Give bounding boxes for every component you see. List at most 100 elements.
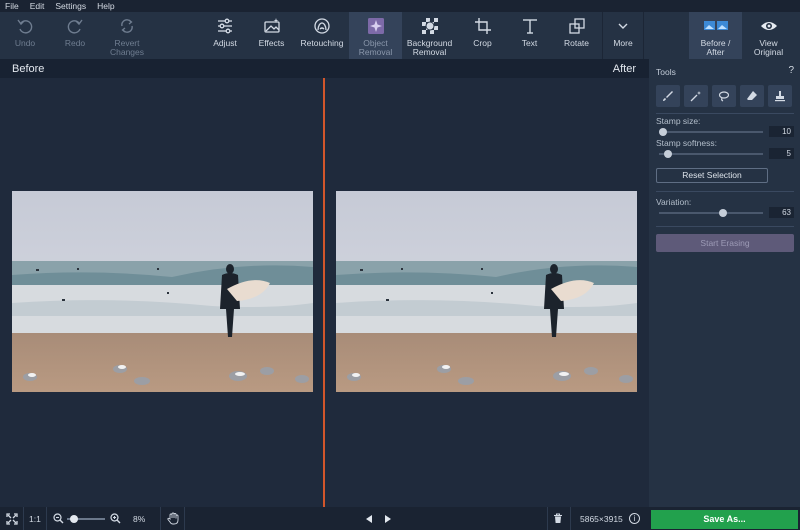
status-separator bbox=[184, 507, 185, 530]
eraser-icon bbox=[747, 91, 757, 100]
redo-icon bbox=[67, 19, 83, 34]
hand-tool-button[interactable] bbox=[167, 507, 179, 530]
next-icon bbox=[385, 514, 391, 523]
revert-changes-button[interactable]: Revert Changes bbox=[100, 12, 154, 59]
save-as-button[interactable]: Save As... bbox=[651, 510, 798, 529]
trash-icon bbox=[554, 513, 562, 523]
info-button[interactable]: i bbox=[629, 507, 640, 530]
panel-divider bbox=[656, 191, 794, 192]
stamp-size-handle[interactable] bbox=[659, 128, 667, 136]
after-photo[interactable] bbox=[336, 191, 637, 392]
beach-surfer-image bbox=[336, 191, 637, 392]
view-original-button[interactable]: View Original bbox=[742, 12, 795, 59]
crop-button[interactable]: Crop bbox=[457, 12, 508, 59]
magic-wand-tool-button[interactable] bbox=[684, 85, 708, 107]
more-label: More bbox=[613, 38, 633, 48]
start-erasing-button[interactable]: Start Erasing bbox=[656, 234, 794, 252]
brush-icon bbox=[663, 91, 673, 101]
text-button[interactable]: Text bbox=[508, 12, 551, 59]
background-removal-icon bbox=[421, 18, 438, 34]
tool-buttons bbox=[656, 85, 792, 107]
rotate-icon bbox=[568, 18, 585, 34]
zoom-out-button[interactable] bbox=[53, 507, 64, 530]
stamp-tool-button[interactable] bbox=[768, 85, 792, 107]
menu-edit[interactable]: Edit bbox=[30, 1, 45, 11]
before-label: Before bbox=[12, 63, 45, 75]
background-removal-button[interactable]: Background Removal bbox=[402, 12, 457, 59]
undo-label: Undo bbox=[14, 38, 36, 48]
undo-button[interactable]: Undo bbox=[0, 12, 50, 59]
before-after-label-line2: After bbox=[706, 46, 725, 57]
adjust-button[interactable]: Adjust bbox=[202, 12, 248, 59]
object-removal-button[interactable]: Object Removal bbox=[349, 12, 402, 59]
revert-label-line2: Changes bbox=[109, 46, 145, 57]
adjust-label: Adjust bbox=[213, 38, 237, 48]
toolbar: Undo Redo Revert Changes Adjust Effects … bbox=[0, 12, 800, 59]
stamp-softness-slider[interactable] bbox=[659, 150, 763, 158]
more-icon bbox=[618, 23, 628, 29]
after-label: After bbox=[612, 63, 636, 75]
status-separator bbox=[160, 507, 161, 530]
zoom-out-icon bbox=[53, 513, 64, 524]
variation-handle[interactable] bbox=[719, 209, 728, 217]
compare-label-bar: Before After bbox=[0, 59, 649, 78]
crop-label: Crop bbox=[473, 38, 492, 48]
redo-button[interactable]: Redo bbox=[50, 12, 100, 59]
panel-divider bbox=[656, 113, 794, 114]
help-button[interactable]: ? bbox=[788, 65, 794, 76]
prev-icon bbox=[366, 514, 372, 523]
zoom-slider-handle[interactable] bbox=[70, 514, 78, 523]
eraser-tool-button[interactable] bbox=[740, 85, 764, 107]
stamp-softness-label: Stamp softness: bbox=[656, 138, 717, 148]
tools-panel: Tools ? Stamp size: 10 Stamp softness: 5… bbox=[649, 59, 800, 507]
view-original-label-line2: Original bbox=[753, 46, 784, 57]
menu-help[interactable]: Help bbox=[97, 1, 114, 11]
stamp-softness-value[interactable]: 5 bbox=[769, 148, 794, 159]
rotate-label: Rotate bbox=[563, 38, 590, 48]
magic-wand-icon bbox=[690, 91, 701, 102]
previous-image-button[interactable] bbox=[365, 507, 373, 530]
zoom-in-icon bbox=[110, 513, 121, 524]
variation-slider[interactable] bbox=[659, 209, 763, 217]
zoom-slider[interactable] bbox=[67, 507, 105, 530]
before-photo[interactable] bbox=[12, 191, 313, 392]
eye-icon bbox=[760, 22, 777, 30]
stamp-size-slider[interactable] bbox=[659, 128, 763, 136]
fit-screen-button[interactable] bbox=[6, 507, 18, 530]
brush-tool-button[interactable] bbox=[656, 85, 680, 107]
panel-divider bbox=[656, 226, 794, 227]
rotate-button[interactable]: Rotate bbox=[551, 12, 602, 59]
effects-label: Effects bbox=[258, 38, 285, 48]
next-image-button[interactable] bbox=[384, 507, 392, 530]
image-dimensions: 5865×3915 bbox=[580, 513, 623, 524]
lasso-tool-button[interactable] bbox=[712, 85, 736, 107]
zoom-slider-track[interactable] bbox=[67, 514, 105, 523]
effects-button[interactable]: Effects bbox=[248, 12, 295, 59]
retouching-button[interactable]: Retouching bbox=[295, 12, 349, 59]
stamp-size-value[interactable]: 10 bbox=[769, 126, 794, 137]
tools-heading: Tools bbox=[656, 67, 676, 77]
text-icon bbox=[522, 19, 537, 34]
zoom-in-button[interactable] bbox=[110, 507, 121, 530]
menu-settings[interactable]: Settings bbox=[55, 1, 86, 11]
status-separator bbox=[23, 507, 24, 530]
text-label: Text bbox=[521, 38, 538, 48]
status-separator bbox=[570, 507, 571, 530]
more-button[interactable]: More bbox=[603, 12, 643, 59]
status-separator bbox=[46, 507, 47, 530]
retouching-label: Retouching bbox=[300, 38, 344, 48]
beach-surfer-image bbox=[12, 191, 313, 392]
status-separator bbox=[547, 507, 548, 530]
compare-divider[interactable] bbox=[323, 78, 325, 507]
actual-size-button[interactable]: 1:1 bbox=[29, 507, 41, 530]
image-canvas[interactable] bbox=[0, 78, 649, 507]
menu-file[interactable]: File bbox=[5, 1, 19, 11]
variation-value[interactable]: 63 bbox=[769, 207, 794, 218]
adjust-icon bbox=[218, 18, 232, 34]
revert-icon bbox=[121, 19, 133, 33]
stamp-softness-handle[interactable] bbox=[663, 150, 672, 158]
reset-selection-button[interactable]: Reset Selection bbox=[656, 168, 768, 183]
lasso-icon bbox=[718, 91, 730, 102]
delete-button[interactable] bbox=[553, 507, 563, 530]
before-after-button[interactable]: Before / After bbox=[689, 12, 742, 59]
